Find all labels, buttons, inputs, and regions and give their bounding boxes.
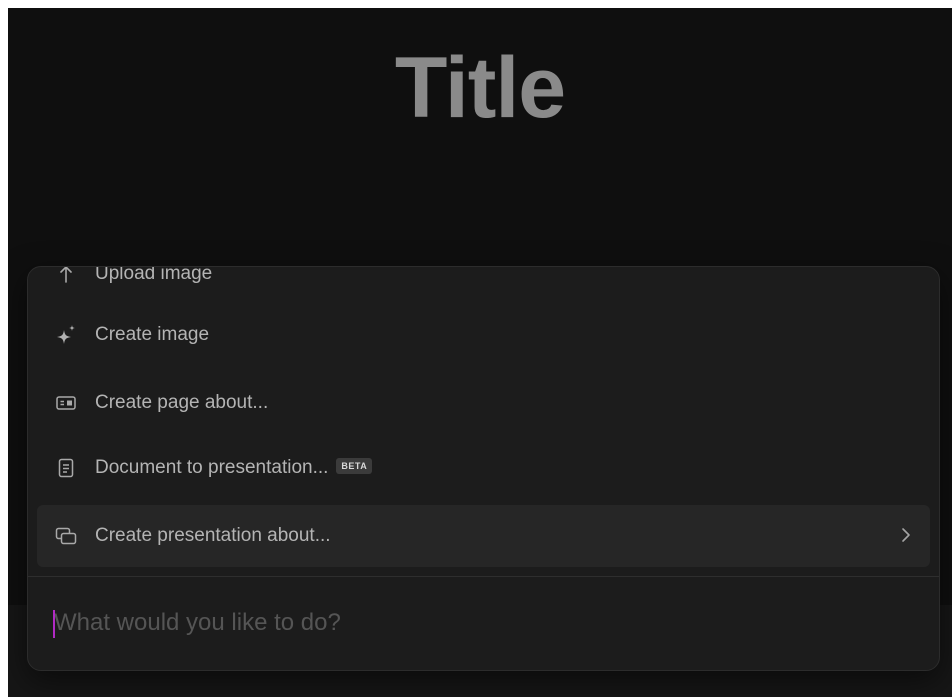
menu-item-create-image[interactable]: Create image (37, 304, 930, 366)
menu-item-label: Upload image (95, 266, 213, 284)
menu-item-upload-image[interactable]: Upload image (37, 266, 930, 305)
menu-item-create-presentation[interactable]: Create presentation about... (37, 505, 930, 567)
slides-icon (55, 525, 77, 547)
document-icon (55, 457, 77, 479)
divider (28, 576, 939, 577)
beta-badge: BETA (336, 458, 373, 474)
menu-item-label: Create presentation about... (95, 525, 331, 546)
text-caret (53, 610, 55, 638)
editor-canvas: Title Upload image Create image Create p… (8, 8, 952, 697)
upload-icon (55, 267, 77, 285)
chevron-right-icon (900, 525, 912, 550)
menu-item-label: Document to presentation... (95, 457, 329, 478)
command-palette: Upload image Create image Create page ab… (27, 266, 940, 671)
menu-item-create-page[interactable]: Create page about... (37, 372, 930, 434)
menu-item-label: Create page about... (95, 392, 269, 413)
page-title[interactable]: Title (8, 38, 952, 138)
sparkle-icon (55, 324, 77, 346)
prompt-input[interactable] (54, 603, 913, 643)
menu-item-document-to-presentation[interactable]: Document to presentation... BETA (37, 437, 930, 499)
page-card-icon (55, 392, 77, 414)
suggestion-menu: Upload image Create image Create page ab… (28, 267, 939, 577)
menu-item-label: Create image (95, 324, 210, 345)
